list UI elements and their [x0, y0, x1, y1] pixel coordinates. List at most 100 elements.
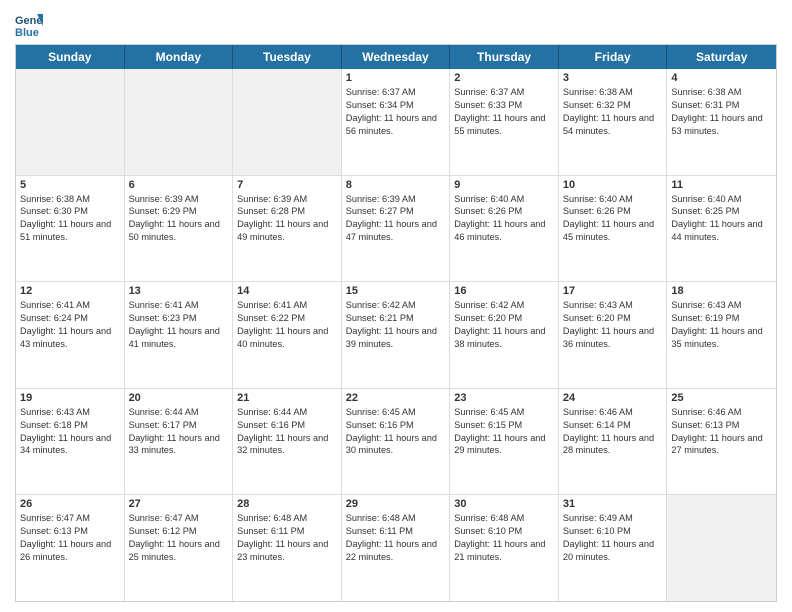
day-number: 12 [20, 285, 120, 297]
calendar-cell-day-28: 28 Sunrise: 6:48 AM Sunset: 6:11 PM Dayli… [233, 495, 342, 601]
cell-info: Sunrise: 6:41 AM Sunset: 6:23 PM Dayligh… [129, 299, 229, 351]
calendar-row-2: 5 Sunrise: 6:38 AM Sunset: 6:30 PM Daylig… [16, 176, 776, 283]
day-number: 15 [346, 285, 446, 297]
calendar-cell-empty [233, 69, 342, 175]
calendar-cell-day-26: 26Sunrise: 6:47 AM Sunset: 6:13 PM Dayli… [16, 495, 125, 601]
calendar-cell-day-1: 1Sunrise: 6:37 AM Sunset: 6:34 PM Daylig… [342, 69, 451, 175]
cell-info: Sunrise: 6:38 AM Sunset: 6:32 PM Dayligh… [563, 86, 663, 138]
cell-info: Sunrise: 6:48 AM Sunset: 6:10 PM Dayligh… [454, 512, 554, 564]
cell-info: Sunrise: 6:44 AM Sunset: 6:16 PM Dayligh… [237, 406, 337, 458]
day-number: 28 [237, 498, 337, 510]
cell-info: Sunrise: 6:43 AM Sunset: 6:18 PM Dayligh… [20, 406, 120, 458]
header: General Blue [15, 10, 777, 38]
cell-info: Sunrise: 6:43 AM Sunset: 6:20 PM Dayligh… [563, 299, 663, 351]
cell-info: Sunrise: 6:40 AM Sunset: 6:26 PM Dayligh… [563, 193, 663, 245]
day-number: 4 [671, 72, 772, 84]
calendar-cell-day-2: 2Sunrise: 6:37 AM Sunset: 6:33 PM Daylig… [450, 69, 559, 175]
header-day-wednesday: Wednesday [342, 45, 451, 69]
day-number: 20 [129, 392, 229, 404]
calendar-cell-day-10: 10 Sunrise: 6:40 AM Sunset: 6:26 PM Dayli… [559, 176, 668, 282]
cell-info: Sunrise: 6:40 AM Sunset: 6:25 PM Dayligh… [671, 193, 772, 245]
calendar-cell-day-25: 25 Sunrise: 6:46 AM Sunset: 6:13 PM Dayli… [667, 389, 776, 495]
calendar-cell-day-30: 30 Sunrise: 6:48 AM Sunset: 6:10 PM Dayli… [450, 495, 559, 601]
calendar-row-4: 19 Sunrise: 6:43 AM Sunset: 6:18 PM Dayli… [16, 389, 776, 496]
day-number: 25 [671, 392, 772, 404]
calendar-cell-day-22: 22 Sunrise: 6:45 AM Sunset: 6:16 PM Dayli… [342, 389, 451, 495]
day-number: 14 [237, 285, 337, 297]
day-number: 8 [346, 179, 446, 191]
cell-info: Sunrise: 6:48 AM Sunset: 6:11 PM Dayligh… [346, 512, 446, 564]
logo: General Blue [15, 10, 47, 38]
cell-info: Sunrise: 6:38 AM Sunset: 6:30 PM Dayligh… [20, 193, 120, 245]
calendar-row-1: 1Sunrise: 6:37 AM Sunset: 6:34 PM Daylig… [16, 69, 776, 176]
day-number: 5 [20, 179, 120, 191]
calendar-cell-day-8: 8 Sunrise: 6:39 AM Sunset: 6:27 PM Daylig… [342, 176, 451, 282]
cell-info: Sunrise: 6:45 AM Sunset: 6:15 PM Dayligh… [454, 406, 554, 458]
calendar-header: SundayMondayTuesdayWednesdayThursdayFrid… [16, 45, 776, 69]
svg-text:Blue: Blue [15, 27, 39, 38]
calendar-cell-day-27: 27Sunrise: 6:47 AM Sunset: 6:12 PM Dayli… [125, 495, 234, 601]
day-number: 24 [563, 392, 663, 404]
cell-info: Sunrise: 6:49 AM Sunset: 6:10 PM Dayligh… [563, 512, 663, 564]
header-day-saturday: Saturday [667, 45, 776, 69]
cell-info: Sunrise: 6:39 AM Sunset: 6:28 PM Dayligh… [237, 193, 337, 245]
cell-info: Sunrise: 6:46 AM Sunset: 6:14 PM Dayligh… [563, 406, 663, 458]
calendar-body: 1Sunrise: 6:37 AM Sunset: 6:34 PM Daylig… [16, 69, 776, 601]
day-number: 6 [129, 179, 229, 191]
calendar-cell-empty [667, 495, 776, 601]
header-day-thursday: Thursday [450, 45, 559, 69]
calendar-cell-day-5: 5 Sunrise: 6:38 AM Sunset: 6:30 PM Daylig… [16, 176, 125, 282]
calendar-cell-day-19: 19 Sunrise: 6:43 AM Sunset: 6:18 PM Dayli… [16, 389, 125, 495]
day-number: 1 [346, 72, 446, 84]
calendar-cell-day-4: 4Sunrise: 6:38 AM Sunset: 6:31 PM Daylig… [667, 69, 776, 175]
calendar-cell-day-12: 12Sunrise: 6:41 AM Sunset: 6:24 PM Dayli… [16, 282, 125, 388]
day-number: 10 [563, 179, 663, 191]
cell-info: Sunrise: 6:48 AM Sunset: 6:11 PM Dayligh… [237, 512, 337, 564]
cell-info: Sunrise: 6:43 AM Sunset: 6:19 PM Dayligh… [671, 299, 772, 351]
day-number: 29 [346, 498, 446, 510]
day-number: 7 [237, 179, 337, 191]
day-number: 26 [20, 498, 120, 510]
day-number: 13 [129, 285, 229, 297]
header-day-tuesday: Tuesday [233, 45, 342, 69]
calendar-cell-day-15: 15 Sunrise: 6:42 AM Sunset: 6:21 PM Dayli… [342, 282, 451, 388]
day-number: 2 [454, 72, 554, 84]
day-number: 3 [563, 72, 663, 84]
calendar-cell-day-14: 14 Sunrise: 6:41 AM Sunset: 6:22 PM Dayli… [233, 282, 342, 388]
calendar-row-5: 26Sunrise: 6:47 AM Sunset: 6:13 PM Dayli… [16, 495, 776, 601]
day-number: 30 [454, 498, 554, 510]
cell-info: Sunrise: 6:41 AM Sunset: 6:22 PM Dayligh… [237, 299, 337, 351]
day-number: 16 [454, 285, 554, 297]
calendar-cell-empty [125, 69, 234, 175]
calendar-cell-day-23: 23 Sunrise: 6:45 AM Sunset: 6:15 PM Dayli… [450, 389, 559, 495]
logo-icon: General Blue [15, 10, 43, 38]
calendar-cell-day-29: 29 Sunrise: 6:48 AM Sunset: 6:11 PM Dayli… [342, 495, 451, 601]
calendar-cell-day-11: 11 Sunrise: 6:40 AM Sunset: 6:25 PM Dayli… [667, 176, 776, 282]
calendar-cell-day-3: 3 Sunrise: 6:38 AM Sunset: 6:32 PM Daylig… [559, 69, 668, 175]
calendar: SundayMondayTuesdayWednesdayThursdayFrid… [15, 44, 777, 602]
day-number: 22 [346, 392, 446, 404]
calendar-cell-day-31: 31 Sunrise: 6:49 AM Sunset: 6:10 PM Dayli… [559, 495, 668, 601]
cell-info: Sunrise: 6:40 AM Sunset: 6:26 PM Dayligh… [454, 193, 554, 245]
calendar-cell-day-6: 6 Sunrise: 6:39 AM Sunset: 6:29 PM Daylig… [125, 176, 234, 282]
day-number: 18 [671, 285, 772, 297]
cell-info: Sunrise: 6:39 AM Sunset: 6:29 PM Dayligh… [129, 193, 229, 245]
cell-info: Sunrise: 6:46 AM Sunset: 6:13 PM Dayligh… [671, 406, 772, 458]
day-number: 19 [20, 392, 120, 404]
day-number: 17 [563, 285, 663, 297]
calendar-cell-day-9: 9 Sunrise: 6:40 AM Sunset: 6:26 PM Daylig… [450, 176, 559, 282]
cell-info: Sunrise: 6:42 AM Sunset: 6:21 PM Dayligh… [346, 299, 446, 351]
calendar-cell-day-13: 13 Sunrise: 6:41 AM Sunset: 6:23 PM Dayli… [125, 282, 234, 388]
day-number: 9 [454, 179, 554, 191]
calendar-cell-day-18: 18 Sunrise: 6:43 AM Sunset: 6:19 PM Dayli… [667, 282, 776, 388]
header-day-sunday: Sunday [16, 45, 125, 69]
day-number: 23 [454, 392, 554, 404]
header-day-monday: Monday [125, 45, 234, 69]
calendar-row-3: 12Sunrise: 6:41 AM Sunset: 6:24 PM Dayli… [16, 282, 776, 389]
day-number: 31 [563, 498, 663, 510]
calendar-cell-empty [16, 69, 125, 175]
cell-info: Sunrise: 6:45 AM Sunset: 6:16 PM Dayligh… [346, 406, 446, 458]
day-number: 11 [671, 179, 772, 191]
cell-info: Sunrise: 6:39 AM Sunset: 6:27 PM Dayligh… [346, 193, 446, 245]
calendar-cell-day-7: 7 Sunrise: 6:39 AM Sunset: 6:28 PM Daylig… [233, 176, 342, 282]
